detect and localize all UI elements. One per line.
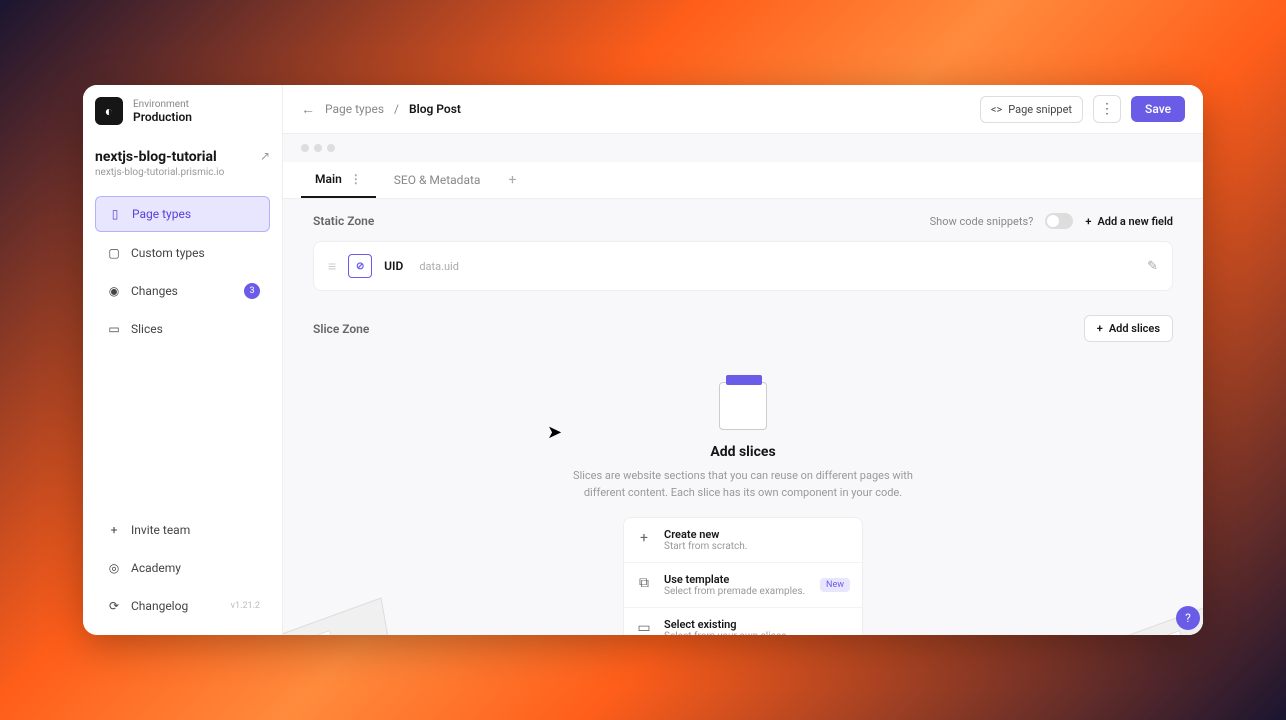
breadcrumb-parent[interactable]: Page types bbox=[325, 102, 384, 116]
slice-options: + Create new Start from scratch. ⧉ Use t… bbox=[623, 517, 863, 635]
tabs: Main ⋮ SEO & Metadata + bbox=[283, 162, 1203, 199]
academy-link[interactable]: ◎ Academy bbox=[95, 551, 270, 585]
edit-icon[interactable]: ✎ bbox=[1147, 259, 1158, 274]
field-row-uid[interactable]: ≡ ⊘ UID data.uid ✎ bbox=[313, 241, 1173, 291]
snippets-toggle[interactable] bbox=[1045, 213, 1073, 229]
sidebar-bottom: + Invite team ◎ Academy ⟳ Changelog v1.2… bbox=[95, 513, 270, 623]
empty-illustration-icon bbox=[719, 382, 767, 430]
folder-icon: ▭ bbox=[636, 620, 652, 635]
plus-icon: + bbox=[1085, 215, 1091, 228]
version-text: v1.21.2 bbox=[231, 601, 260, 611]
slice-zone-title: Slice Zone bbox=[313, 322, 369, 336]
breadcrumb: ← Page types / Blog Post bbox=[301, 101, 461, 118]
slice-zone-empty-state: Add slices Slices are website sections t… bbox=[313, 362, 1173, 635]
academy-icon: ◎ bbox=[107, 561, 121, 575]
breadcrumb-current: Blog Post bbox=[409, 102, 461, 116]
cursor-icon: ➤ bbox=[547, 422, 562, 443]
copy-icon: ⧉ bbox=[636, 575, 652, 591]
back-icon[interactable]: ← bbox=[301, 101, 315, 118]
uid-field-icon: ⊘ bbox=[348, 254, 372, 278]
main-content: ← Page types / Blog Post <> Page snippet… bbox=[283, 85, 1203, 635]
option-use-template[interactable]: ⧉ Use template Select from premade examp… bbox=[624, 563, 862, 608]
changelog-icon: ⟳ bbox=[107, 599, 121, 613]
tab-menu-icon[interactable]: ⋮ bbox=[350, 172, 362, 186]
environment-label: Environment bbox=[133, 99, 192, 110]
page-types-icon: ▯ bbox=[108, 207, 122, 221]
more-menu-button[interactable]: ⋮ bbox=[1093, 95, 1121, 123]
project-url: nextjs-blog-tutorial.prismic.io bbox=[95, 167, 224, 178]
app-logo-icon: ◐ bbox=[95, 97, 123, 125]
option-create-new[interactable]: + Create new Start from scratch. bbox=[624, 518, 862, 563]
custom-types-icon: ▢ bbox=[107, 246, 121, 260]
plus-icon: + bbox=[107, 523, 121, 537]
slices-icon: ▭ bbox=[107, 322, 121, 336]
project-name: nextjs-blog-tutorial bbox=[95, 149, 224, 165]
topbar: ← Page types / Blog Post <> Page snippet… bbox=[283, 85, 1203, 134]
external-link-icon[interactable]: ↗ bbox=[260, 149, 270, 163]
sidebar-item-page-types[interactable]: ▯ Page types bbox=[95, 196, 270, 232]
plus-icon: + bbox=[1097, 322, 1103, 335]
drag-handle-icon[interactable]: ≡ bbox=[328, 258, 336, 275]
page-snippet-button[interactable]: <> Page snippet bbox=[980, 96, 1083, 123]
static-zone-title: Static Zone bbox=[313, 214, 374, 228]
sidebar: ◐ Environment Production nextjs-blog-tut… bbox=[83, 85, 283, 635]
sidebar-item-custom-types[interactable]: ▢ Custom types bbox=[95, 236, 270, 270]
tab-main[interactable]: Main ⋮ bbox=[301, 162, 376, 198]
save-button[interactable]: Save bbox=[1131, 96, 1185, 122]
sidebar-item-slices[interactable]: ▭ Slices bbox=[95, 312, 270, 346]
help-fab-button[interactable]: ? bbox=[1176, 606, 1200, 630]
decoration-left bbox=[283, 597, 396, 635]
sidebar-nav: ▯ Page types ▢ Custom types ◉ Changes 3 … bbox=[95, 196, 270, 346]
changes-badge: 3 bbox=[244, 283, 260, 299]
environment-selector[interactable]: ◐ Environment Production bbox=[95, 97, 270, 125]
field-label: UID bbox=[384, 259, 403, 273]
empty-description: Slices are website sections that you can… bbox=[573, 468, 913, 501]
tab-seo[interactable]: SEO & Metadata bbox=[380, 163, 495, 197]
changes-icon: ◉ bbox=[107, 284, 121, 298]
plus-icon: + bbox=[636, 530, 652, 546]
add-field-button[interactable]: + Add a new field bbox=[1085, 215, 1173, 228]
sidebar-item-changes[interactable]: ◉ Changes 3 bbox=[95, 274, 270, 308]
empty-title: Add slices bbox=[710, 444, 775, 460]
option-select-existing[interactable]: ▭ Select existing Select from your own s… bbox=[624, 608, 862, 635]
field-api-id: data.uid bbox=[419, 260, 459, 273]
app-window: ◐ Environment Production nextjs-blog-tut… bbox=[83, 85, 1203, 635]
code-icon: <> bbox=[991, 103, 1002, 116]
project-row: nextjs-blog-tutorial nextjs-blog-tutoria… bbox=[95, 149, 270, 178]
content-area: Static Zone Show code snippets? + Add a … bbox=[283, 199, 1203, 635]
changelog-link[interactable]: ⟳ Changelog v1.21.2 bbox=[95, 589, 270, 623]
window-dots bbox=[283, 134, 1203, 162]
snippets-toggle-label: Show code snippets? bbox=[930, 215, 1034, 228]
new-tag: New bbox=[820, 578, 850, 592]
add-slices-button[interactable]: + Add slices bbox=[1084, 315, 1173, 342]
add-tab-button[interactable]: + bbox=[498, 162, 526, 198]
invite-team-link[interactable]: + Invite team bbox=[95, 513, 270, 547]
environment-name: Production bbox=[133, 110, 192, 124]
